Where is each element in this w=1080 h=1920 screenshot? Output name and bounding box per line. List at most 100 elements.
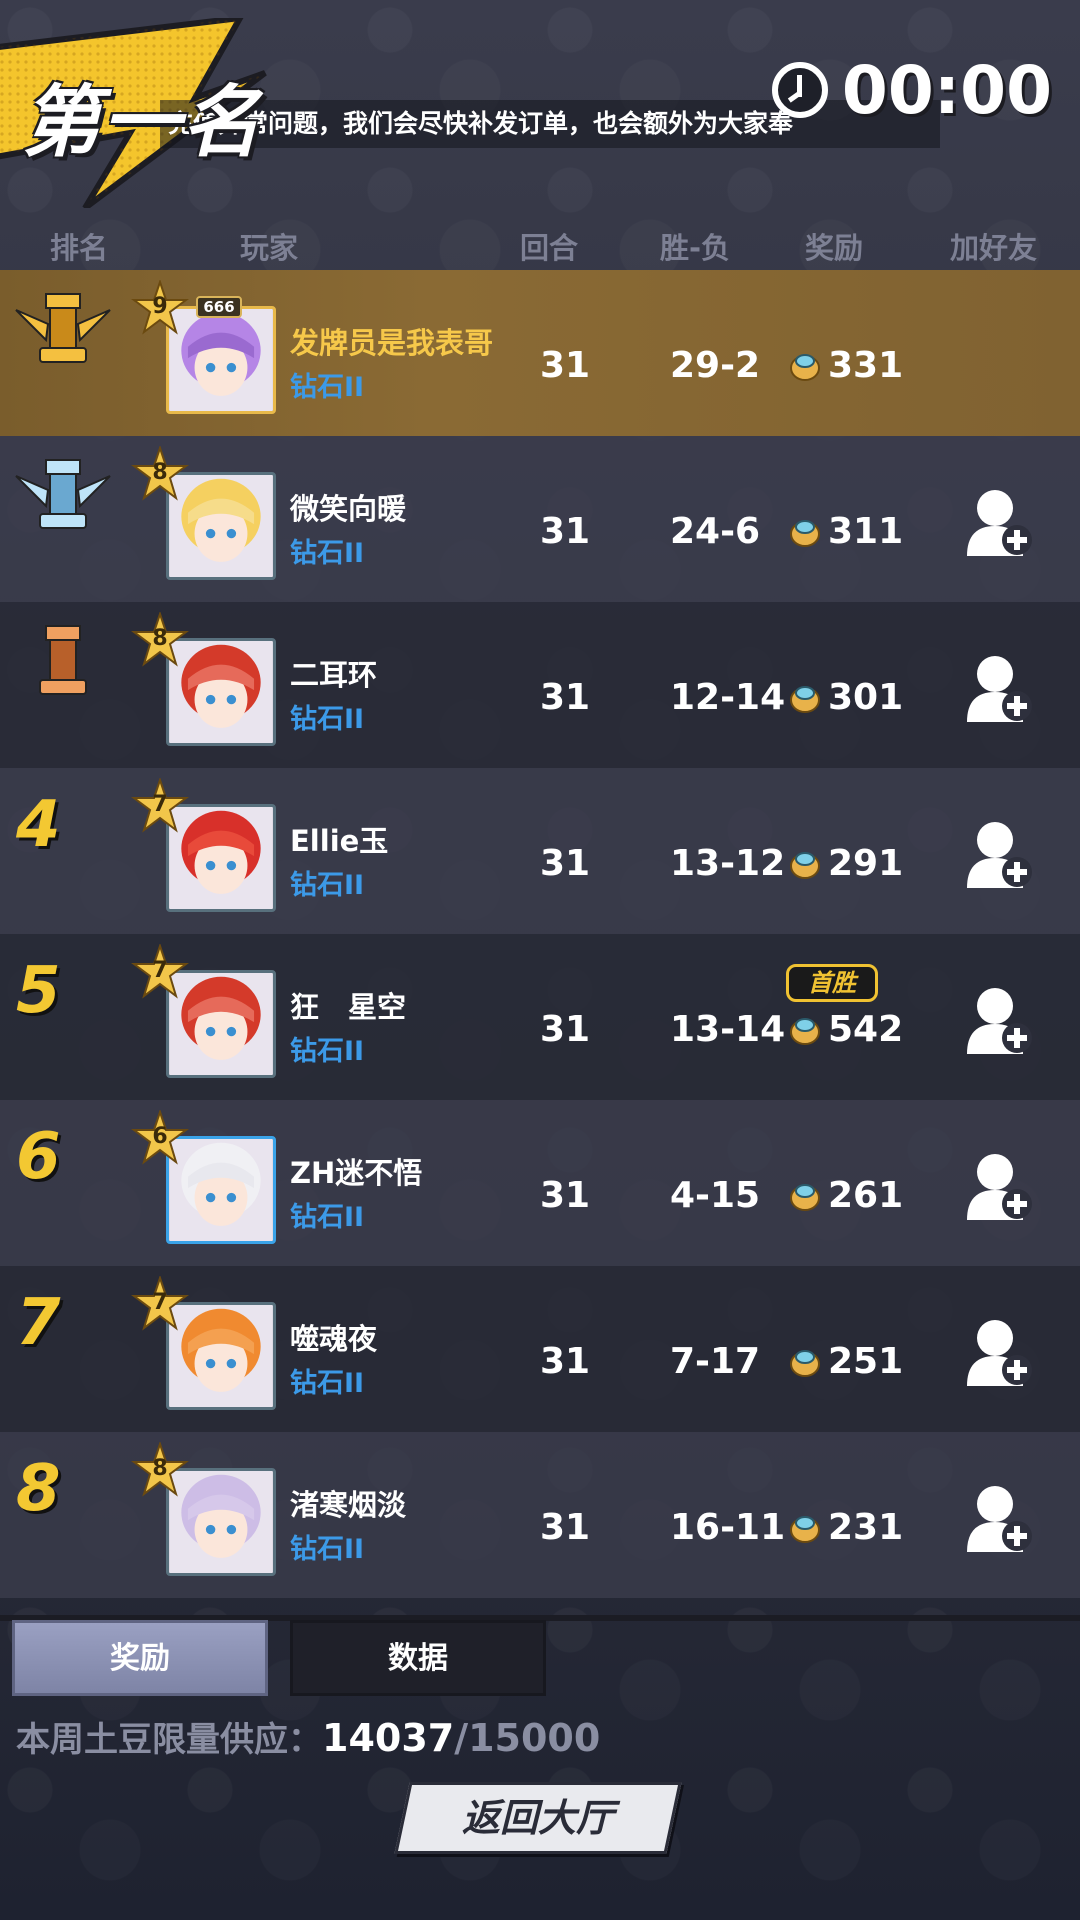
player-tier: 钻石II	[290, 1368, 365, 1399]
winloss-value: 24-6	[670, 511, 761, 552]
potato-coin-icon	[790, 1183, 820, 1211]
level-star-icon: 8	[130, 444, 190, 506]
rook-trophy-icon	[8, 282, 118, 392]
player-avatar[interactable]: 8	[131, 1440, 280, 1580]
rank-number: 5	[16, 954, 61, 1028]
supply-max: /15000	[454, 1716, 601, 1760]
rook-trophy-icon	[8, 448, 118, 558]
winloss-value: 7-17	[670, 1341, 761, 1382]
add-friend-icon[interactable]	[965, 1316, 1035, 1388]
reward: 311	[788, 511, 903, 552]
leaderboard: 9 666 发牌员是我表哥 钻石II 31 29-2 331 8 微笑向暖 钻石II 31 24-6 3…	[0, 270, 1080, 1598]
player-tier: 钻石II	[290, 372, 365, 403]
level-value: 8	[152, 1456, 168, 1481]
potato-coin-icon	[790, 353, 820, 381]
rank-number: 8	[16, 1452, 61, 1526]
rank-number: 7	[16, 1286, 61, 1360]
table-row: 8 微笑向暖 钻石II 31 24-6 311	[0, 436, 1080, 602]
level-star-icon: 7	[130, 776, 190, 838]
table-row: 7 7 噬魂夜钻石II 31 7-17 251	[0, 1266, 1080, 1432]
table-row: 5 7 狂 星空 钻石II 31 13-14 首胜 542	[0, 934, 1080, 1100]
potato-coin-icon	[790, 1017, 820, 1045]
reward: 291	[788, 843, 903, 884]
add-friend-icon[interactable]	[965, 818, 1035, 890]
rounds-value: 31	[540, 1507, 591, 1548]
timer: 00:00	[771, 52, 1052, 129]
tab-data[interactable]: 数据	[290, 1620, 546, 1696]
player-tier: 钻石II	[290, 870, 365, 901]
potato-coin-icon	[790, 851, 820, 879]
table-row: 8 8 渚寒烟淡 钻石II 31 16-11 231	[0, 1432, 1080, 1598]
add-friend-icon[interactable]	[965, 984, 1035, 1056]
player-tier: 钻石II	[290, 704, 365, 735]
reward-value: 251	[828, 1341, 904, 1382]
player-avatar[interactable]: 7	[131, 1274, 280, 1414]
level-star-icon: 7	[130, 1274, 190, 1336]
add-friend-icon[interactable]	[965, 1482, 1035, 1554]
level-value: 7	[152, 1290, 168, 1315]
potato-coin-icon	[790, 1349, 820, 1377]
first-win-badge: 首胜	[786, 964, 878, 1002]
rounds-value: 31	[540, 677, 591, 718]
reward-value: 331	[828, 345, 904, 386]
return-lobby-button[interactable]: 返回大厅	[394, 1782, 682, 1854]
player-name: 狂 星空	[290, 990, 407, 1024]
table-row: 6 6 ZH迷不悟 钻石II 31 4-15 261	[0, 1100, 1080, 1266]
reward: 251	[788, 1341, 903, 1382]
rounds-value: 31	[540, 1341, 591, 1382]
winloss-value: 13-14	[670, 1009, 786, 1050]
reward-value: 311	[828, 511, 904, 552]
potato-coin-icon	[790, 685, 820, 713]
player-name: 噬魂夜	[290, 1322, 378, 1356]
player-avatar[interactable]: 7	[131, 776, 280, 916]
player-name: 二耳环	[290, 658, 378, 692]
rounds-value: 31	[540, 511, 591, 552]
winloss-value: 12-14	[670, 677, 786, 718]
supply-current: 14037	[322, 1716, 455, 1760]
supply-label: 本周土豆限量供应：	[16, 1720, 322, 1760]
add-friend-icon[interactable]	[965, 652, 1035, 724]
player-name: 发牌员是我表哥	[290, 326, 494, 360]
rook-trophy-icon	[8, 614, 118, 724]
col-player: 玩家	[240, 231, 299, 265]
level-value: 7	[152, 958, 168, 983]
reward-value: 301	[828, 677, 904, 718]
timer-value: 00:00	[841, 51, 1052, 129]
add-friend-icon[interactable]	[965, 1150, 1035, 1222]
winloss-value: 13-12	[670, 843, 786, 884]
reward: 301	[788, 677, 903, 718]
rounds-value: 31	[540, 843, 591, 884]
return-lobby-label: 返回大厅	[461, 1796, 614, 1840]
reward-value: 261	[828, 1175, 904, 1216]
table-row: 4 7 Ellie玉 钻石II 31 13-12 291	[0, 768, 1080, 934]
potato-coin-icon	[790, 519, 820, 547]
col-reward: 奖励	[805, 231, 864, 265]
col-add-friend: 加好友	[950, 231, 1038, 265]
player-avatar[interactable]: 8	[131, 444, 280, 584]
player-avatar[interactable]: 9 666	[131, 278, 280, 418]
player-name: Ellie玉	[290, 824, 389, 858]
level-star-icon: 8	[130, 610, 190, 672]
level-star-icon: 7	[130, 942, 190, 1004]
level-value: 8	[152, 460, 168, 485]
player-avatar[interactable]: 6	[131, 1108, 280, 1248]
potato-supply: 本周土豆限量供应：14037/15000	[16, 1712, 600, 1761]
reward: 231	[788, 1507, 903, 1548]
add-friend-icon[interactable]	[965, 486, 1035, 558]
reward: 331	[788, 345, 903, 386]
level-value: 9	[152, 294, 168, 319]
tab-reward[interactable]: 奖励	[12, 1620, 268, 1696]
reward-value: 231	[828, 1507, 904, 1548]
potato-coin-icon	[790, 1515, 820, 1543]
player-name: ZH迷不悟	[290, 1156, 423, 1190]
reward: 542	[788, 1009, 903, 1050]
level-star-icon: 8	[130, 1440, 190, 1502]
level-star-icon: 6	[130, 1108, 190, 1170]
winloss-value: 29-2	[670, 345, 761, 386]
column-headers: 排名 玩家 回合 胜-负 奖励 加好友	[0, 225, 1080, 265]
player-avatar[interactable]: 8	[131, 610, 280, 750]
rounds-value: 31	[540, 345, 591, 386]
reward: 261	[788, 1175, 903, 1216]
player-name: 微笑向暖	[290, 492, 407, 526]
player-avatar[interactable]: 7	[131, 942, 280, 1082]
